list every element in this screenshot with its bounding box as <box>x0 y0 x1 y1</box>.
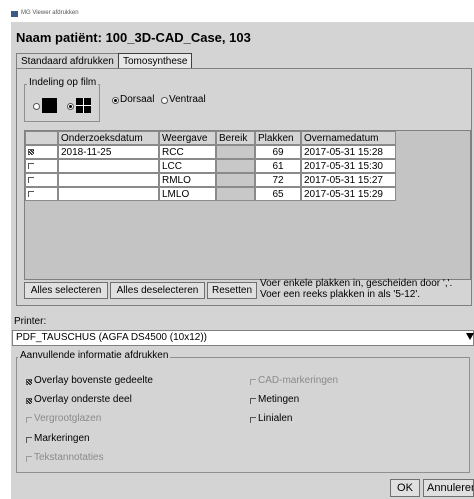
magnifiers-checkbox <box>26 417 32 423</box>
film-layout-legend: Indeling op film <box>27 77 99 88</box>
cad-marks-checkbox <box>250 379 256 385</box>
table-header-acquisition[interactable]: Overnamedatum <box>301 131 396 145</box>
hint-line-1: Voer enkele plakken in, gescheiden door … <box>260 278 453 289</box>
row-checkbox[interactable] <box>28 177 34 183</box>
table-cell-acquisition: 2017-05-31 15:30 <box>301 159 396 173</box>
table-row-select-cell[interactable] <box>25 145 58 159</box>
four-layout-icon <box>76 98 91 113</box>
tab-label: Standaard afdrukken <box>21 56 114 67</box>
table-cell-range[interactable] <box>216 159 255 173</box>
table-cell-acquisition: 2017-05-31 15:27 <box>301 173 396 187</box>
text-annotations-checkbox <box>26 456 32 462</box>
cad-marks-label: CAD-markeringen <box>258 375 339 386</box>
tab-label: Tomosynthese <box>123 56 188 67</box>
overlay-bottom-label: Overlay onderste deel <box>34 394 132 405</box>
slices-table: Onderzoeksdatum Weergave Bereik Plakken … <box>24 130 471 280</box>
table-cell-view: LMLO <box>159 187 216 201</box>
table-cell-acquisition: 2017-05-31 15:28 <box>301 145 396 159</box>
table-cell-view: RMLO <box>159 173 216 187</box>
table-cell-slices: 65 <box>255 187 301 201</box>
table-cell-slices: 69 <box>255 145 301 159</box>
table-cell-range[interactable] <box>216 145 255 159</box>
table-cell-date <box>58 173 159 187</box>
table-header-view[interactable]: Weergave <box>159 131 216 145</box>
table-cell-view: RCC <box>159 145 216 159</box>
orientation-ventral-label: Ventraal <box>169 94 206 105</box>
table-cell-slices: 72 <box>255 173 301 187</box>
markings-label: Markeringen <box>34 433 90 444</box>
magnifiers-label: Vergrootglazen <box>34 413 102 424</box>
reset-button[interactable]: Resetten <box>207 282 257 299</box>
table-cell-date: 2018-11-25 <box>58 145 159 159</box>
layout-single-radio[interactable] <box>33 103 40 110</box>
overlay-top-label: Overlay bovenste gedeelte <box>34 375 153 386</box>
orientation-dorsal-label: Dorsaal <box>120 94 155 105</box>
layout-four-radio[interactable] <box>67 103 74 110</box>
single-layout-icon <box>42 98 57 113</box>
row-checkbox[interactable] <box>28 163 34 169</box>
measurements-checkbox[interactable] <box>250 398 256 404</box>
table-row-select-cell[interactable] <box>25 187 58 201</box>
table-cell-slices: 61 <box>255 159 301 173</box>
printer-label: Printer: <box>14 316 47 327</box>
tab-standard-print[interactable]: Standaard afdrukken <box>16 53 119 69</box>
table-cell-date <box>58 187 159 201</box>
measurements-label: Metingen <box>258 394 300 405</box>
text-annotations-label: Tekstannotaties <box>34 452 104 463</box>
table-cell-view: LCC <box>159 159 216 173</box>
markings-checkbox[interactable] <box>26 437 32 443</box>
row-checkbox[interactable] <box>28 191 34 197</box>
table-header-select <box>25 131 58 145</box>
table-header-date[interactable]: Onderzoeksdatum <box>58 131 159 145</box>
app-icon <box>11 11 18 17</box>
window-title: MG Viewer afdrukken <box>21 10 79 16</box>
deselect-all-button[interactable]: Alles deselecteren <box>110 282 205 299</box>
table-row-select-cell[interactable] <box>25 173 58 187</box>
cancel-button[interactable]: Annuleren <box>423 479 474 497</box>
table-cell-range[interactable] <box>216 173 255 187</box>
select-all-button[interactable]: Alles selecteren <box>24 282 108 299</box>
chevron-down-icon[interactable] <box>466 333 474 340</box>
patient-name-heading: Naam patiënt: 100_3D-CAD_Case, 103 <box>16 30 251 45</box>
extra-info-legend: Aanvullende informatie afdrukken <box>18 350 171 361</box>
orientation-ventral-radio[interactable] <box>161 97 168 104</box>
tab-tomosynthesis[interactable]: Tomosynthese <box>118 53 193 69</box>
table-header-slices[interactable]: Plakken <box>255 131 301 145</box>
table-row-select-cell[interactable] <box>25 159 58 173</box>
table-cell-range[interactable] <box>216 187 255 201</box>
orientation-dorsal-radio[interactable] <box>112 97 119 104</box>
overlay-bottom-checkbox[interactable] <box>26 398 32 404</box>
title-bar: MG Viewer afdrukken <box>0 8 474 20</box>
rulers-checkbox[interactable] <box>250 417 256 423</box>
ok-button[interactable]: OK <box>390 479 420 497</box>
table-cell-acquisition: 2017-05-31 15:29 <box>301 187 396 201</box>
rulers-label: Linialen <box>258 413 293 424</box>
hint-line-2: Voer een reeks plakken in als '5-12'. <box>260 289 421 300</box>
overlay-top-checkbox[interactable] <box>26 379 32 385</box>
printer-select[interactable]: PDF_TAUSCHUS (AGFA DS4500 (10x12)) <box>12 330 474 346</box>
table-cell-date <box>58 159 159 173</box>
table-header-range[interactable]: Bereik <box>216 131 255 145</box>
row-checkbox[interactable] <box>28 149 34 155</box>
